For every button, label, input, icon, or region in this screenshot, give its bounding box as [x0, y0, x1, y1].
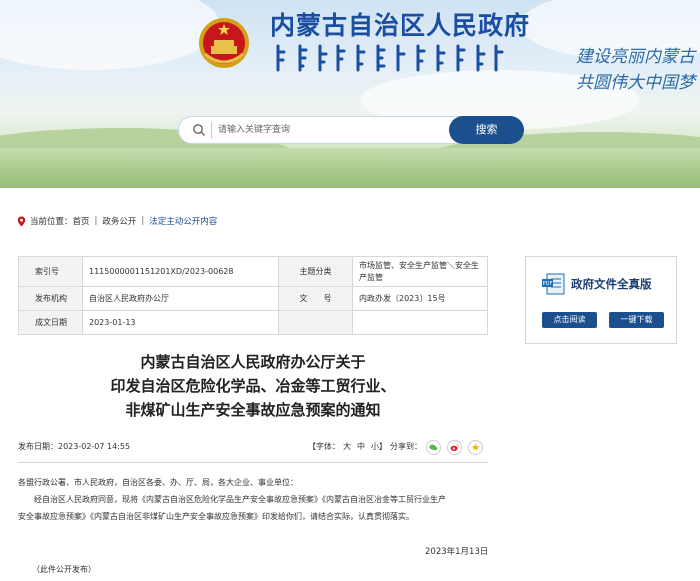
breadcrumb-separator: | [94, 216, 98, 226]
favorite-star-icon[interactable] [468, 440, 483, 455]
share-label: 分享到： [390, 442, 422, 451]
font-size-switcher: 【字体：大中小】 [308, 441, 390, 452]
document-body: 各盟行政公署、市人民政府，自治区各委、办、厅、局，各大企业、事业单位： 经自治区… [18, 474, 488, 525]
index-value: 1115000001151201XD/2023-00628 [82, 256, 279, 287]
breadcrumb-home[interactable]: 首页 [73, 215, 90, 227]
read-online-button[interactable]: 点击阅读 [542, 312, 597, 328]
breadcrumb: 当前位置： 首页 | 政务公开 | 法定主动公开内容 [17, 214, 217, 228]
search-icon [193, 124, 205, 136]
publisher-label: 发布机构 [18, 286, 83, 311]
national-emblem-icon [199, 18, 249, 68]
table-row: 索引号 1115000001151201XD/2023-00628 主题分类 市… [18, 256, 488, 287]
divider [18, 462, 488, 463]
search-input[interactable] [218, 119, 438, 141]
breadcrumb-disclosure[interactable]: 法定主动公开内容 [149, 215, 217, 227]
docno-label: 文 号 [278, 286, 353, 311]
body-line: 安全事故应急预案》《内蒙古自治区非煤矿山生产安全事故应急预案》印发给你们，请结合… [18, 512, 414, 521]
cloud-decoration [0, 0, 220, 70]
body-line: 经自治区人民政府同意，现将《内蒙古自治区危险化学品生产安全事故应急预案》《内蒙古… [34, 495, 446, 504]
title-line-3: 非煤矿山生产安全事故应急预案的通知 [125, 401, 381, 419]
category-label: 主题分类 [278, 256, 353, 287]
breadcrumb-gov-affairs[interactable]: 政务公开 [102, 215, 136, 227]
publish-date: 发布日期：2023-02-07 14:55 [18, 442, 131, 451]
font-size-small[interactable]: 小】 [371, 442, 387, 451]
date-value: 2023-01-13 [82, 310, 279, 335]
index-label: 索引号 [18, 256, 83, 287]
search-button[interactable]: 搜索 [449, 116, 524, 144]
publication-note: （此件公开发布） [32, 565, 96, 574]
empty-cell [278, 310, 353, 335]
location-pin-icon [17, 216, 26, 226]
category-value: 市场监管、安全生产监管＼安全生产监管 [352, 256, 488, 287]
download-button[interactable]: 一键下载 [609, 312, 664, 328]
date-label: 成文日期 [18, 310, 83, 335]
search-divider [211, 122, 212, 138]
empty-cell [352, 310, 488, 335]
document-meta-table: 索引号 1115000001151201XD/2023-00628 主题分类 市… [18, 256, 488, 335]
breadcrumb-separator: | [141, 216, 145, 226]
slogan-line-1: 建设亮丽内蒙古 [576, 47, 695, 67]
font-size-medium[interactable]: 中 [357, 442, 365, 451]
table-row: 发布机构 自治区人民政府办公厅 文 号 内政办发〔2023〕15号 [18, 286, 488, 311]
site-title: 内蒙古自治区人民政府 [270, 11, 531, 40]
sign-date: 2023年1月13日 [425, 547, 489, 557]
weibo-icon[interactable] [447, 440, 462, 455]
font-size-label: 【字体： [308, 442, 340, 451]
docno-value: 内政办发〔2023〕15号 [352, 286, 488, 311]
document-title: 内蒙古自治区人民政府办公厅关于 印发自治区危险化学品、冶金等工贸行业、 非煤矿山… [18, 350, 488, 422]
full-text-title: 政府文件全真版 [571, 277, 652, 291]
breadcrumb-prefix: 当前位置： [30, 217, 73, 227]
publisher-value: 自治区人民政府办公厅 [82, 286, 279, 311]
font-size-large[interactable]: 大 [343, 442, 351, 451]
slogan: 建设亮丽内蒙古 共圆伟大中国梦 [530, 44, 695, 96]
publish-bar: 发布日期：2023-02-07 14:55 【字体：大中小】 分享到： [18, 437, 488, 459]
wechat-icon[interactable] [426, 440, 441, 455]
title-line-2: 印发自治区危险化学品、冶金等工贸行业、 [110, 377, 396, 395]
full-text-panel [525, 256, 677, 344]
title-line-1: 内蒙古自治区人民政府办公厅关于 [140, 353, 366, 371]
salutation: 各盟行政公署、市人民政府，自治区各委、办、厅、局，各大企业、事业单位： [18, 478, 298, 487]
svg-text:PDF: PDF [543, 281, 553, 287]
table-row: 成文日期 2023-01-13 [18, 310, 488, 335]
slogan-line-2: 共圆伟大中国梦 [576, 73, 695, 93]
mongolian-script-title [276, 44, 504, 72]
pdf-document-icon: PDF [542, 273, 565, 295]
grassland-decoration [0, 148, 700, 188]
